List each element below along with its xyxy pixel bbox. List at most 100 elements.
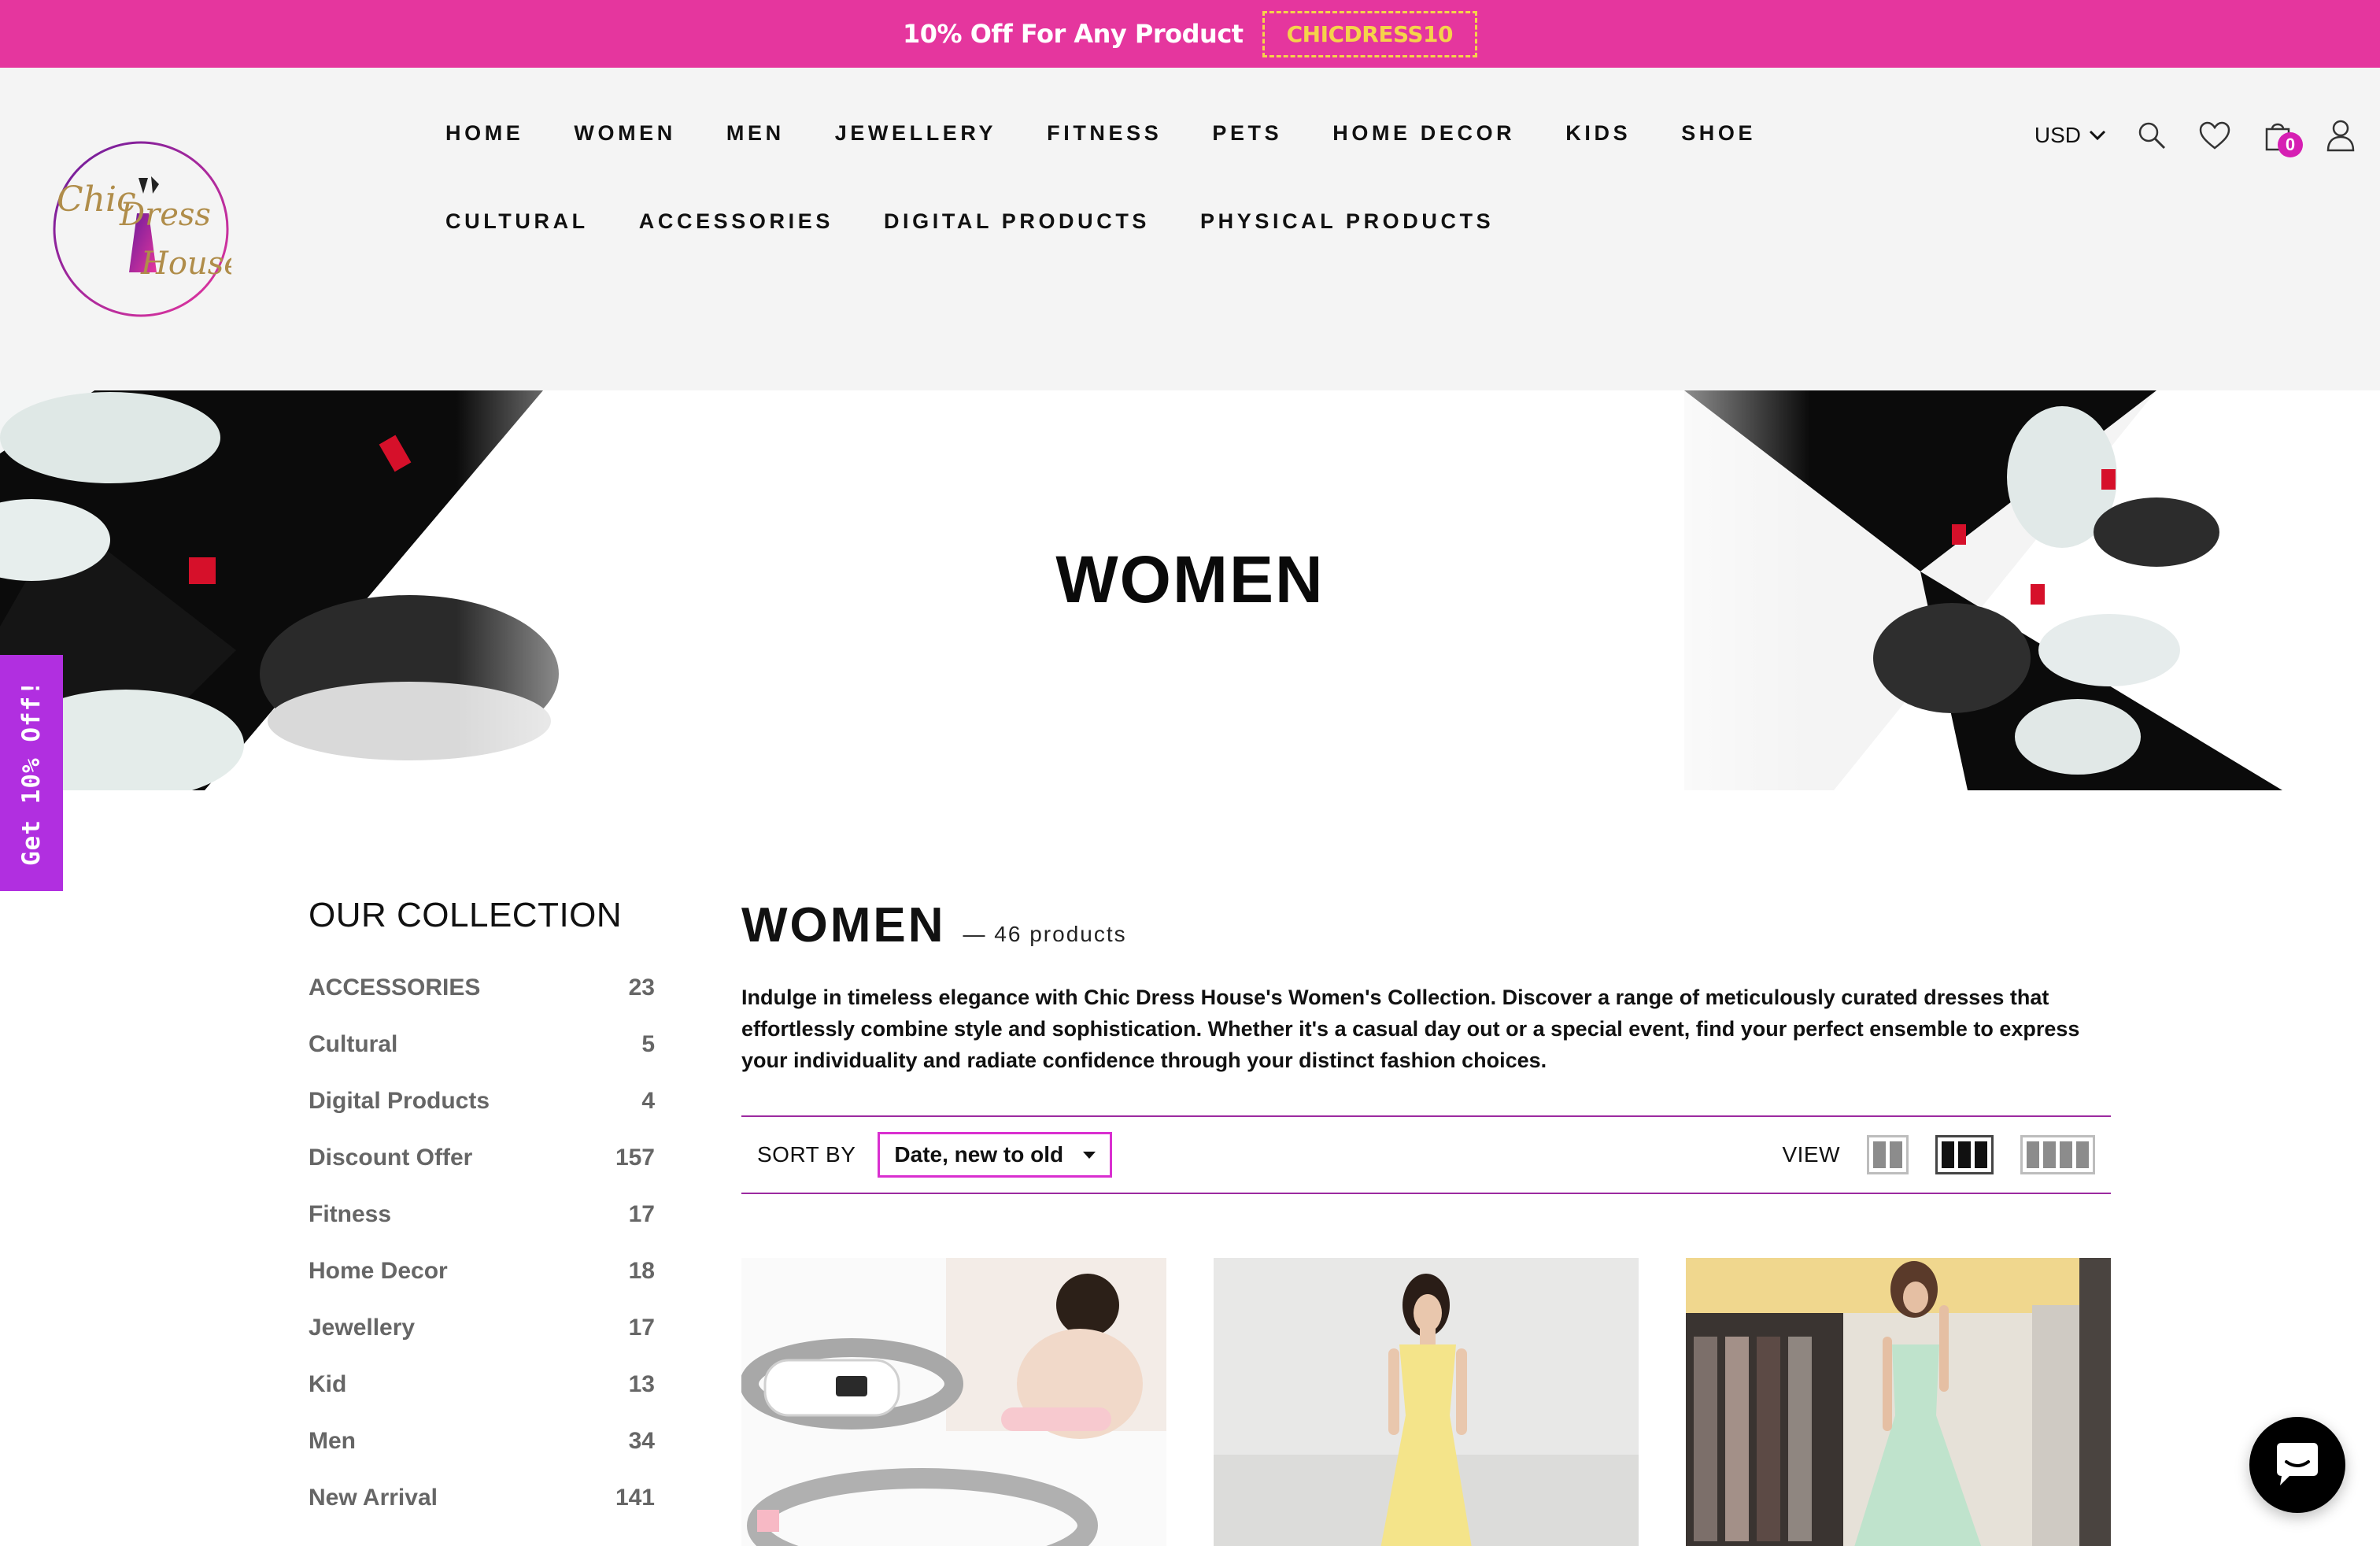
collection-sidebar: OUR COLLECTION ACCESSORIES 23 Cultural 5…: [309, 896, 655, 1541]
currency-selector[interactable]: USD: [2034, 123, 2106, 148]
grid-column-icon: [1873, 1141, 1886, 1168]
site-header: Chic Dress House HOME WOMEN MEN JEWELLER…: [0, 68, 2380, 390]
collection-item-discount-offer[interactable]: Discount Offer 157: [309, 1145, 655, 1201]
promo-tab-label: Get 10% Off!: [17, 680, 46, 866]
product-grid: [741, 1258, 2111, 1546]
sort-value: Date, new to old: [894, 1142, 1064, 1167]
caret-down-icon: [1083, 1151, 1096, 1159]
grid-column-icon: [2076, 1141, 2089, 1168]
nav-jewellery[interactable]: JEWELLERY: [835, 121, 996, 146]
sidebar-title: OUR COLLECTION: [309, 896, 623, 934]
collection-title-row: WOMEN — 46 products: [741, 897, 2111, 953]
collection-count: 18: [628, 1258, 655, 1284]
collection-label: Fitness: [309, 1201, 392, 1227]
nav-home-decor[interactable]: HOME DECOR: [1332, 121, 1515, 146]
chevron-down-icon: [2089, 130, 2106, 141]
chat-button[interactable]: [2249, 1417, 2345, 1513]
collection-item-digital-products[interactable]: Digital Products 4: [309, 1088, 655, 1145]
nav-accessories[interactable]: ACCESSORIES: [639, 209, 833, 234]
hero-title: WOMEN: [1055, 542, 1325, 616]
collection-item-cultural[interactable]: Cultural 5: [309, 1031, 655, 1088]
product-image: [1214, 1258, 1639, 1546]
collection-item-accessories[interactable]: ACCESSORIES 23: [309, 975, 655, 1031]
product-card-yellow-dress[interactable]: [1214, 1258, 1639, 1546]
brand-logo[interactable]: Chic Dress House: [50, 139, 231, 320]
account-icon[interactable]: [2323, 118, 2358, 153]
collection-item-jewellery[interactable]: Jewellery 17: [309, 1315, 655, 1371]
collection-label: Men: [309, 1428, 356, 1454]
view-2-columns-button[interactable]: [1867, 1135, 1909, 1174]
cart-icon[interactable]: 0: [2260, 118, 2303, 157]
nav-physical-products[interactable]: PHYSICAL PRODUCTS: [1200, 209, 1494, 234]
collection-label: New Arrival: [309, 1485, 438, 1511]
nav-home[interactable]: HOME: [445, 121, 523, 146]
collection-item-new-arrival[interactable]: New Arrival 141: [309, 1485, 655, 1541]
product-card-heating-belt[interactable]: [741, 1258, 1166, 1546]
coupon-code[interactable]: CHICDRESS10: [1262, 10, 1478, 57]
collection-count: 17: [628, 1315, 655, 1341]
collection-title: WOMEN: [741, 898, 946, 952]
sort-label: SORT BY: [757, 1142, 856, 1167]
collection-label: Jewellery: [309, 1315, 416, 1341]
nav-fitness[interactable]: FITNESS: [1047, 121, 1162, 146]
header-tools: USD 0: [2034, 118, 2358, 157]
chat-icon: [2277, 1443, 2318, 1485]
collection-label: Digital Products: [309, 1088, 490, 1114]
collection-item-home-decor[interactable]: Home Decor 18: [309, 1258, 655, 1315]
grid-column-icon: [1890, 1141, 1902, 1168]
collection-count: 23: [628, 975, 655, 1000]
grid-column-icon: [1958, 1141, 1971, 1168]
collection-item-men[interactable]: Men 34: [309, 1428, 655, 1485]
heart-icon[interactable]: [2197, 118, 2232, 153]
collection-label: Cultural: [309, 1031, 398, 1057]
collection-count: 157: [615, 1145, 655, 1171]
grid-column-icon: [2060, 1141, 2072, 1168]
view-label: VIEW: [1782, 1142, 1840, 1167]
nav-cultural[interactable]: CULTURAL: [445, 209, 589, 234]
product-card-mint-dress[interactable]: [1686, 1258, 2111, 1546]
nav-kids[interactable]: KIDS: [1565, 121, 1631, 146]
product-image: [741, 1258, 1166, 1546]
get-discount-tab[interactable]: Get 10% Off!: [0, 655, 63, 891]
collection-toolbar: SORT BY Date, new to old VIEW: [741, 1115, 2111, 1194]
main-nav-row-1: HOME WOMEN MEN JEWELLERY FITNESS PETS HO…: [445, 121, 1806, 146]
collection-count: 17: [628, 1201, 655, 1227]
collection-label: Home Decor: [309, 1258, 448, 1284]
collection-item-kid[interactable]: Kid 13: [309, 1371, 655, 1428]
announcement-text: 10% Off For Any Product: [902, 19, 1244, 49]
collection-count: 141: [615, 1485, 655, 1511]
grid-column-icon: [1942, 1141, 1954, 1168]
view-toggle-group: VIEW: [1782, 1135, 2095, 1174]
view-4-columns-button[interactable]: [2020, 1135, 2095, 1174]
collection-description: Indulge in timeless elegance with Chic D…: [741, 986, 2080, 1072]
nav-women[interactable]: WOMEN: [574, 121, 675, 146]
nav-men[interactable]: MEN: [726, 121, 785, 146]
grid-column-icon: [2027, 1141, 2039, 1168]
nav-shoe[interactable]: SHOE: [1681, 121, 1756, 146]
collection-label: Discount Offer: [309, 1145, 473, 1171]
collection-count: 4: [641, 1088, 655, 1114]
svg-text:House: House: [140, 246, 231, 282]
collection-item-fitness[interactable]: Fitness 17: [309, 1201, 655, 1258]
collection-main: WOMEN — 46 products Indulge in timeless …: [741, 897, 2111, 1546]
collection-label: Kid: [309, 1371, 347, 1397]
collection-count: 13: [628, 1371, 655, 1397]
view-3-columns-button[interactable]: [1935, 1135, 1994, 1174]
grid-column-icon: [1975, 1141, 1987, 1168]
collection-label: ACCESSORIES: [309, 975, 481, 1000]
sort-group: SORT BY Date, new to old: [757, 1132, 1113, 1178]
product-count: — 46 products: [963, 922, 1127, 946]
main-nav-row-2: CULTURAL ACCESSORIES DIGITAL PRODUCTS PH…: [445, 209, 1544, 234]
svg-text:Dress: Dress: [119, 197, 211, 233]
sort-select[interactable]: Date, new to old: [878, 1132, 1113, 1178]
product-image: [1686, 1258, 2111, 1546]
grid-column-icon: [2043, 1141, 2056, 1168]
announcement-bar: 10% Off For Any Product CHICDRESS10: [0, 0, 2380, 68]
nav-pets[interactable]: PETS: [1212, 121, 1282, 146]
currency-value: USD: [2034, 123, 2081, 147]
nav-digital-products[interactable]: DIGITAL PRODUCTS: [884, 209, 1150, 234]
collection-hero-banner: WOMEN: [0, 390, 2380, 790]
collection-count: 34: [628, 1428, 655, 1454]
cart-count-badge: 0: [2278, 132, 2303, 157]
search-icon[interactable]: [2134, 118, 2169, 153]
